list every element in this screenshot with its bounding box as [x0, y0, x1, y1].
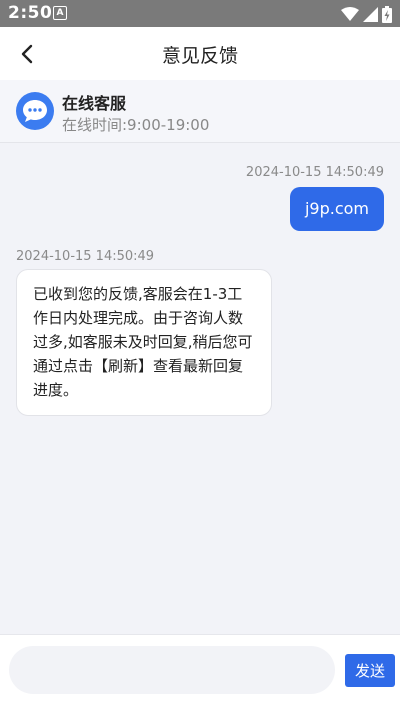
service-message-bubble: 已收到您的反馈,客服会在1-3工作日内处理完成。由于咨询人数过多,如客服未及时回… — [16, 269, 272, 416]
status-time: 2:50 — [8, 3, 53, 23]
message-input[interactable] — [9, 646, 335, 694]
nav-bar: 意见反馈 — [0, 27, 400, 80]
signal-icon — [363, 6, 378, 22]
send-button[interactable]: 发送 — [345, 654, 395, 687]
service-avatar — [16, 92, 54, 130]
status-icons — [341, 4, 392, 24]
message-time: 2024-10-15 14:50:49 — [245, 165, 384, 180]
service-info: 在线客服 在线时间:9:00-19:00 — [0, 80, 400, 143]
input-bar: 发送 — [0, 634, 400, 713]
status-bar: 2:50 A — [0, 0, 400, 27]
chat-area[interactable]: 2024-10-15 14:50:49 j9p.com 2024-10-15 1… — [0, 143, 400, 633]
service-name: 在线客服 — [62, 94, 127, 113]
notification-icon: A — [53, 6, 67, 20]
battery-charging-icon — [382, 5, 392, 23]
service-hours: 在线时间:9:00-19:00 — [62, 116, 210, 134]
user-message-bubble[interactable]: j9p.com — [289, 187, 384, 231]
message-time: 2024-10-15 14:50:49 — [16, 249, 155, 264]
chat-bubble-icon — [23, 100, 47, 122]
wifi-icon — [341, 7, 359, 21]
page-title: 意见反馈 — [161, 45, 238, 67]
